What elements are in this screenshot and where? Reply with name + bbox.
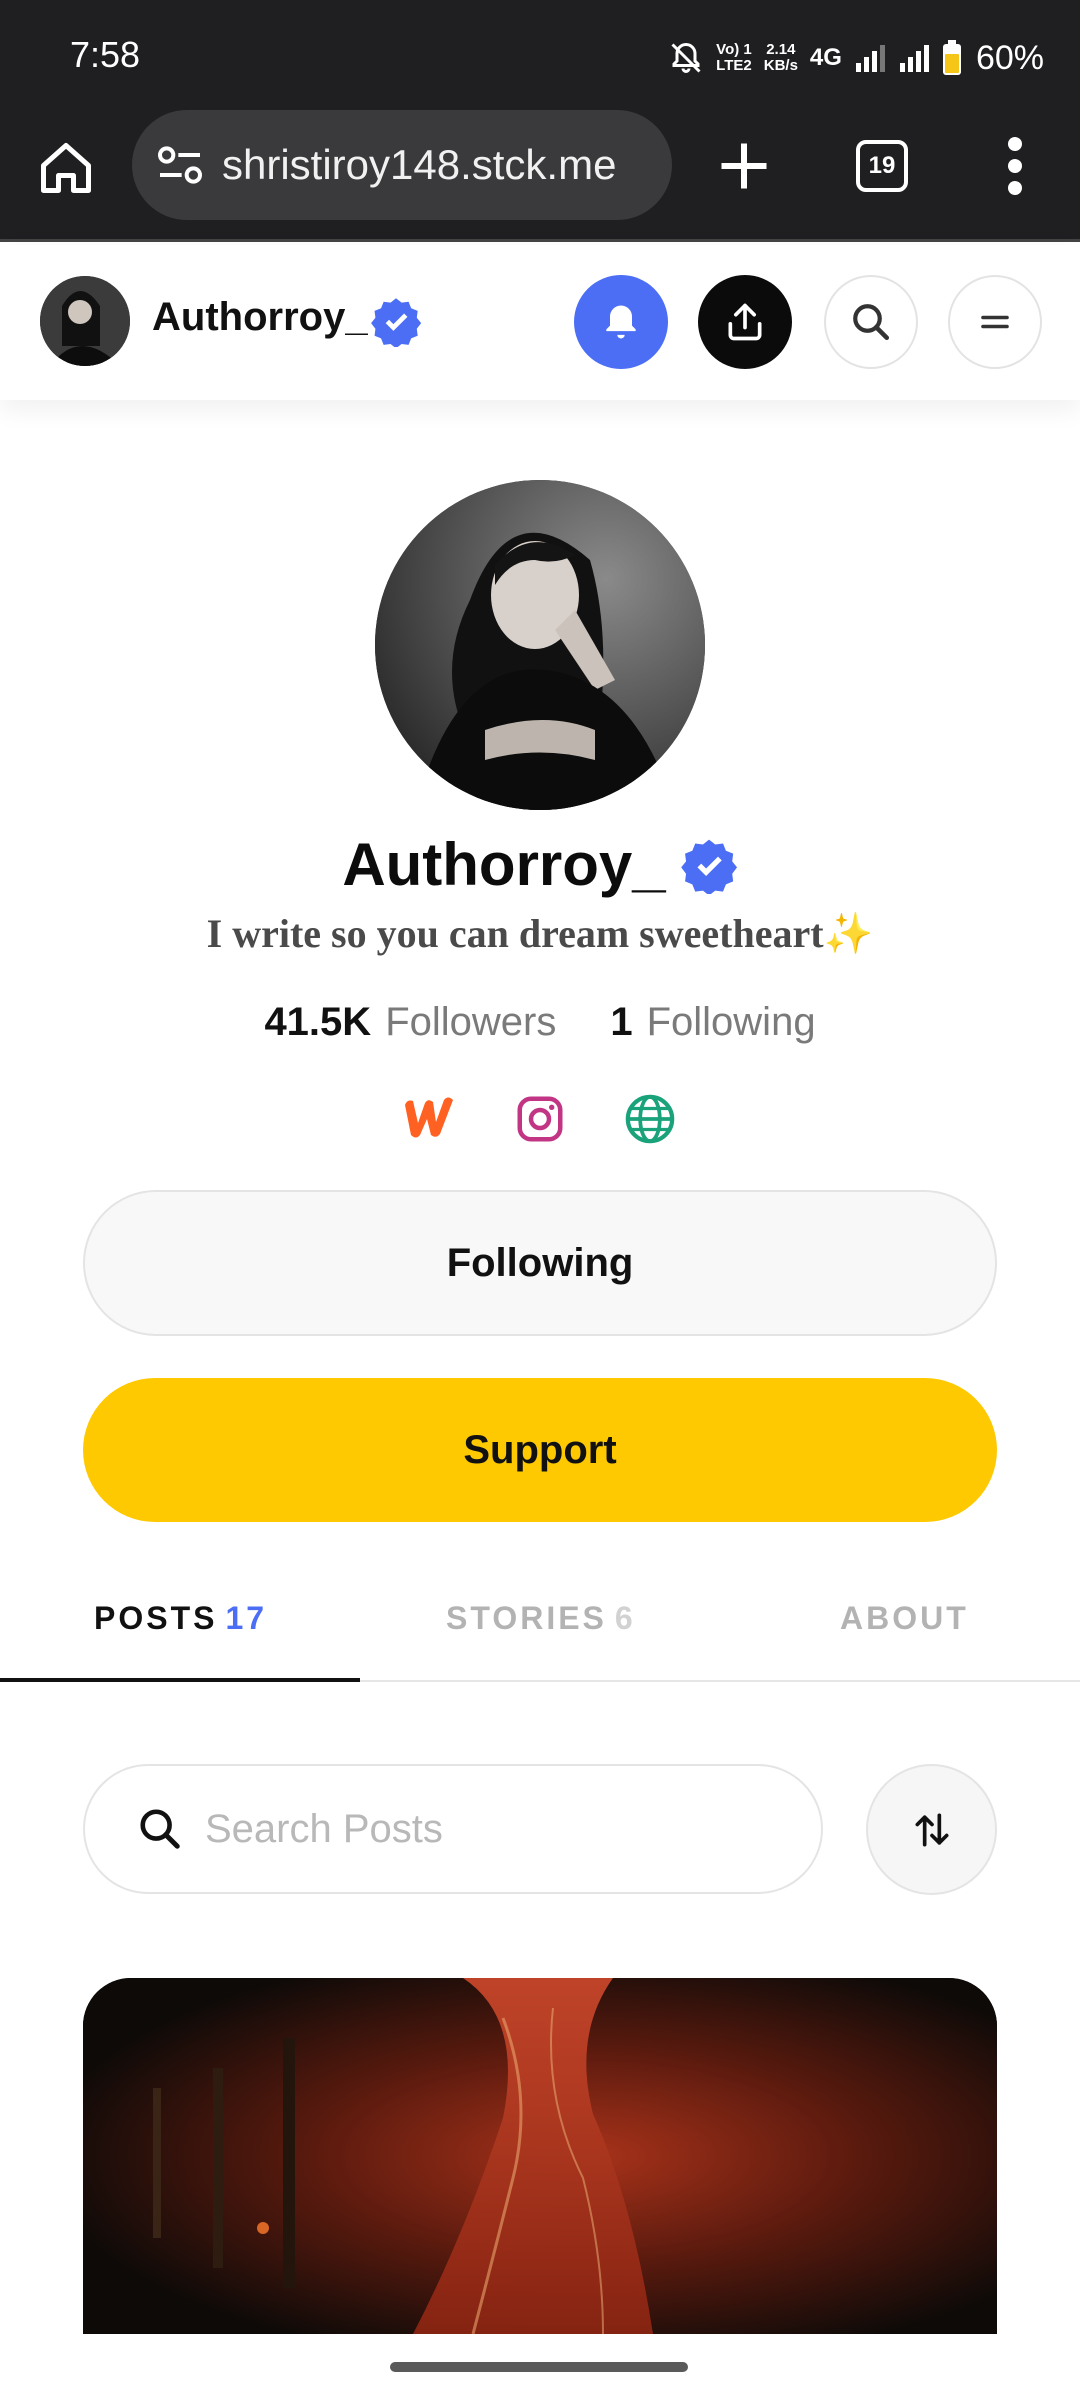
followers-label[interactable]: Followers <box>385 1000 556 1045</box>
tab-about[interactable]: ABOUT <box>840 1600 969 1637</box>
signal-icon-2 <box>899 45 929 72</box>
status-icons: Vo) 1 LTE2 2.14 KB/s 4G 60% <box>668 30 1044 86</box>
header-username[interactable]: Authorroy_ <box>152 295 368 340</box>
profile-bio: I write so you can dream sweetheart✨ <box>0 910 1080 957</box>
sparkle-icon: ✨ <box>823 911 874 956</box>
tab-stories[interactable]: STORIES 6 <box>446 1600 636 1637</box>
following-label[interactable]: Following <box>647 1000 816 1045</box>
header-avatar[interactable] <box>40 276 130 366</box>
site-settings-icon[interactable] <box>156 145 204 185</box>
social-links <box>0 1090 1080 1148</box>
bell-muted-icon <box>671 42 701 73</box>
tab-posts-count: 17 <box>225 1600 268 1636</box>
share-button[interactable] <box>698 275 792 369</box>
volte-indicator: Vo) 1 LTE2 <box>716 41 752 74</box>
sort-button[interactable] <box>866 1764 997 1895</box>
tab-posts[interactable]: POSTS 17 <box>94 1600 267 1637</box>
menu-icon <box>981 315 1009 329</box>
search-posts-field[interactable] <box>83 1764 823 1894</box>
notify-button[interactable] <box>574 275 668 369</box>
network-speed: 2.14 KB/s <box>763 41 798 74</box>
status-time: 7:58 <box>70 34 141 75</box>
network-type: 4G <box>809 44 842 71</box>
header-search-button[interactable] <box>824 275 918 369</box>
active-tab-indicator <box>0 1678 360 1682</box>
signal-icon-1 <box>855 45 885 72</box>
battery-percent: 60% <box>975 38 1044 77</box>
tab-about-label: ABOUT <box>840 1600 969 1636</box>
battery-icon <box>942 40 961 75</box>
bell-icon <box>606 305 636 339</box>
instagram-icon[interactable] <box>511 1090 569 1148</box>
status-bar: 7:58 Vo) 1 LTE2 2.14 KB/s 4G 60% <box>0 0 1080 108</box>
content-tabs: POSTS 17 STORIES 6 ABOUT <box>0 1578 1080 1682</box>
search-posts-input[interactable] <box>205 1806 765 1852</box>
profile-name-row: Authorroy_ <box>0 830 1080 899</box>
following-button[interactable]: Following <box>83 1190 997 1336</box>
header-menu-button[interactable] <box>948 275 1042 369</box>
verified-badge-icon <box>680 839 737 894</box>
post-card-image[interactable] <box>83 1978 997 2334</box>
verified-badge-icon <box>371 298 422 347</box>
wattpad-icon[interactable] <box>401 1090 459 1148</box>
home-indicator[interactable] <box>390 2362 688 2372</box>
more-options-icon[interactable] <box>1000 136 1030 196</box>
search-icon <box>853 304 890 341</box>
profile-photo <box>375 480 705 810</box>
sort-arrows-icon <box>915 1813 948 1846</box>
tab-stories-count: 6 <box>614 1600 636 1636</box>
tab-switcher-button[interactable]: 19 <box>856 140 908 192</box>
browser-toolbar: shristiroy148.stck.me 19 <box>0 108 1080 242</box>
home-icon[interactable] <box>36 138 96 198</box>
profile-name: Authorroy_ <box>342 831 666 898</box>
address-bar[interactable]: shristiroy148.stck.me <box>132 110 672 220</box>
site-header: Authorroy_ <box>0 245 1080 400</box>
profile-stats: 41.5K Followers 1 Following <box>0 1000 1080 1045</box>
support-button[interactable]: Support <box>83 1378 997 1522</box>
url-text[interactable]: shristiroy148.stck.me <box>222 141 616 189</box>
bio-text: I write so you can dream sweetheart <box>206 911 824 956</box>
new-tab-icon[interactable] <box>714 136 774 196</box>
search-icon <box>140 1809 180 1849</box>
tab-stories-label: STORIES <box>446 1600 607 1636</box>
globe-icon[interactable] <box>621 1090 679 1148</box>
following-count[interactable]: 1 <box>610 1000 632 1045</box>
share-icon <box>728 303 762 341</box>
followers-count[interactable]: 41.5K <box>264 1000 371 1045</box>
tab-posts-label: POSTS <box>94 1600 218 1636</box>
